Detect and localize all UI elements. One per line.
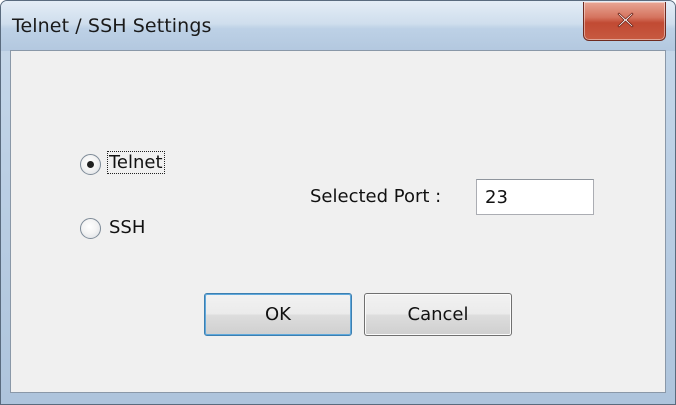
close-icon xyxy=(617,12,634,28)
close-button[interactable] xyxy=(583,2,666,41)
window-title: Telnet / SSH Settings xyxy=(12,15,212,37)
focus-ring: Telnet xyxy=(107,151,165,174)
ok-button[interactable]: OK xyxy=(204,293,352,336)
ssh-radio-label[interactable]: SSH xyxy=(109,216,145,240)
telnet-radio[interactable] xyxy=(80,154,101,175)
telnet-radio-label[interactable]: Telnet xyxy=(107,151,165,175)
title-bar[interactable]: Telnet / SSH Settings xyxy=(1,1,675,51)
cancel-button[interactable]: Cancel xyxy=(364,293,512,336)
dialog-content: Telnet SSH Selected Port : OK Cancel xyxy=(10,50,666,393)
ssh-radio[interactable] xyxy=(80,218,101,239)
dialog-window: Telnet / SSH Settings Telnet SSH Selecte… xyxy=(0,0,676,405)
radio-selected-dot xyxy=(87,161,94,168)
selected-port-label: Selected Port : xyxy=(310,186,442,207)
port-input[interactable] xyxy=(476,179,594,215)
